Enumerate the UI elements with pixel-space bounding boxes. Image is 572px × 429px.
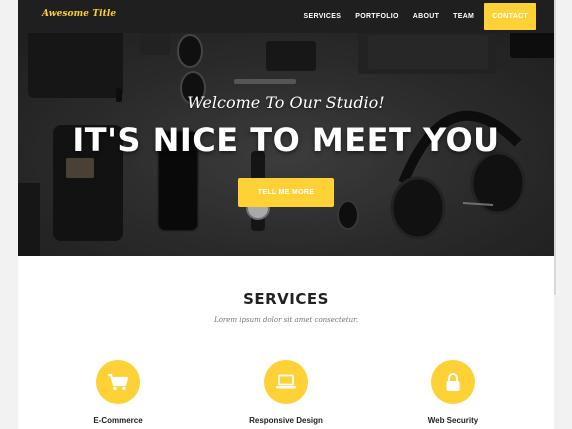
service-label: E-Commerce — [93, 416, 143, 425]
nav-link-portfolio[interactable]: PORTFOLIO — [355, 13, 399, 20]
services-title: SERVICES — [243, 290, 329, 308]
services-subtitle: Lorem ipsum dolor sit amet consectetur. — [214, 316, 358, 324]
hero-heading: IT'S NICE TO MEET YOU — [72, 121, 500, 159]
page-edge — [554, 0, 556, 295]
nav-link-services[interactable]: SERVICES — [304, 13, 342, 20]
laptop-icon — [264, 360, 308, 404]
service-label: Responsive Design — [249, 416, 323, 425]
nav-link-about[interactable]: ABOUT — [413, 13, 439, 20]
service-label: Web Security — [427, 416, 479, 425]
nav-link-team[interactable]: TEAM — [453, 13, 474, 20]
hero-section: Welcome To Our Studio! IT'S NICE TO MEET… — [18, 33, 554, 256]
hero-subheading: Welcome To Our Studio! — [187, 93, 385, 112]
nav-contact-button[interactable]: CONTACT — [484, 3, 536, 30]
service-ecommerce: E-Commerce — [48, 360, 188, 425]
nav-menu: SERVICES PORTFOLIO ABOUT TEAM CONTACT — [290, 0, 536, 33]
service-web-security: Web Security — [383, 360, 523, 425]
shopping-cart-icon — [96, 360, 140, 404]
navbar: Awesome Title SERVICES PORTFOLIO ABOUT T… — [18, 0, 554, 33]
page: Awesome Title SERVICES PORTFOLIO ABOUT T… — [18, 0, 554, 429]
tell-me-more-button[interactable]: TELL ME MORE — [238, 178, 334, 207]
service-responsive-design: Responsive Design — [216, 360, 356, 425]
brand-logo[interactable]: Awesome Title — [42, 9, 116, 19]
lock-icon — [431, 360, 475, 404]
